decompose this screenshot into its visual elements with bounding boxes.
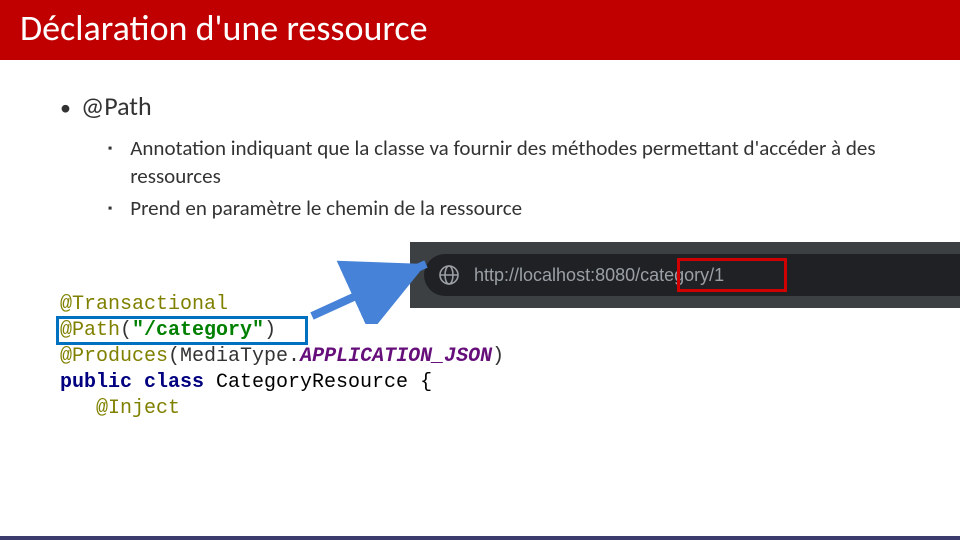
sub-bullet-2: ▪ Prend en paramètre le chemin de la res… [108, 194, 900, 222]
bullet-marker: • [60, 94, 71, 122]
url-prefix: http://localhost:8080 [474, 265, 635, 285]
code-mediatype: (MediaType. [168, 345, 300, 368]
sub-text-1: Annotation indiquant que la classe va fo… [130, 134, 900, 190]
code-paren: ) [492, 345, 504, 368]
url-tail: /1 [709, 265, 724, 285]
globe-icon [438, 264, 460, 286]
code-const: APPLICATION_JSON [300, 345, 492, 368]
sub-bullet-list: ▪ Annotation indiquant que la classe va … [108, 134, 900, 222]
sub-marker: ▪ [108, 202, 112, 216]
title-bar: Déclaration d'une ressource [0, 0, 960, 60]
diagram-area: http://localhost:8080/category/1 @Transa… [60, 242, 900, 442]
code-anno-inject: @Inject [60, 397, 180, 420]
bullet-text: @Path [81, 90, 152, 122]
code-public-class: public class [60, 371, 216, 394]
url-pill: http://localhost:8080/category/1 [424, 254, 960, 296]
sub-text-2: Prend en paramètre le chemin de la resso… [130, 194, 522, 222]
code-anno-transactional: @Transactional [60, 293, 228, 316]
code-block: @Transactional @Path("/category") @Produ… [60, 292, 504, 422]
sub-marker: ▪ [108, 142, 112, 156]
sub-bullet-1: ▪ Annotation indiquant que la classe va … [108, 134, 900, 190]
code-classname: CategoryResource { [216, 371, 432, 394]
slide-title: Déclaration d'une ressource [20, 6, 940, 50]
code-paren: ) [264, 319, 276, 342]
code-paren: ( [120, 319, 132, 342]
code-anno-produces: @Produces [60, 345, 168, 368]
url-highlight-text: /category [635, 265, 709, 285]
code-path-string: "/category" [132, 319, 264, 342]
url-text: http://localhost:8080/category/1 [474, 265, 724, 286]
main-bullet: • @Path [60, 90, 900, 122]
code-anno-path: @Path [60, 319, 120, 342]
footer-divider [0, 536, 960, 540]
slide-content: • @Path ▪ Annotation indiquant que la cl… [0, 60, 960, 442]
